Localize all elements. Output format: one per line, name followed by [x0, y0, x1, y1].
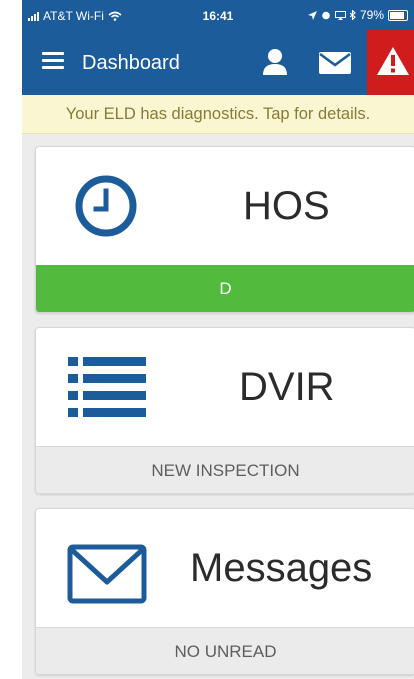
dvir-card-body[interactable]: DVIR [36, 328, 414, 446]
alarm-icon [322, 11, 330, 20]
hos-card[interactable]: HOS D [35, 146, 414, 313]
app-bar: Dashboard [22, 30, 414, 95]
dvir-status: NEW INSPECTION [36, 446, 414, 493]
messages-card[interactable]: Messages NO UNREAD [35, 508, 414, 675]
page-title[interactable]: Dashboard [82, 52, 180, 75]
messages-label: Messages [190, 546, 373, 590]
list-icon [68, 357, 146, 417]
menu-icon[interactable] [42, 52, 64, 70]
battery-percent: 79% [359, 8, 384, 22]
app-screen: AT&T Wi-Fi 16:41 79% Dashboard Your ELD … [22, 0, 414, 679]
diagnostics-alert-button[interactable] [367, 30, 414, 95]
warning-icon [377, 47, 409, 75]
diagnostics-banner[interactable]: Your ELD has diagnostics. Tap for detail… [22, 95, 414, 134]
bluetooth-icon [349, 10, 356, 20]
dvir-card[interactable]: DVIR NEW INSPECTION [35, 327, 414, 494]
hos-status: D [36, 265, 414, 312]
user-icon[interactable] [260, 47, 290, 77]
messages-status: NO UNREAD [36, 627, 414, 674]
envelope-icon [67, 544, 147, 604]
hos-card-body[interactable]: HOS [36, 147, 414, 265]
status-indicators: 79% [307, 8, 408, 22]
screen-mirror-icon [334, 10, 346, 20]
messages-card-body[interactable]: Messages [36, 509, 414, 627]
dvir-label: DVIR [239, 365, 335, 409]
status-bar: AT&T Wi-Fi 16:41 79% [22, 0, 414, 30]
battery-icon [388, 9, 408, 21]
mail-icon[interactable] [318, 49, 352, 77]
hos-label: HOS [243, 184, 330, 228]
location-icon [307, 10, 317, 20]
clock-icon [75, 175, 137, 237]
